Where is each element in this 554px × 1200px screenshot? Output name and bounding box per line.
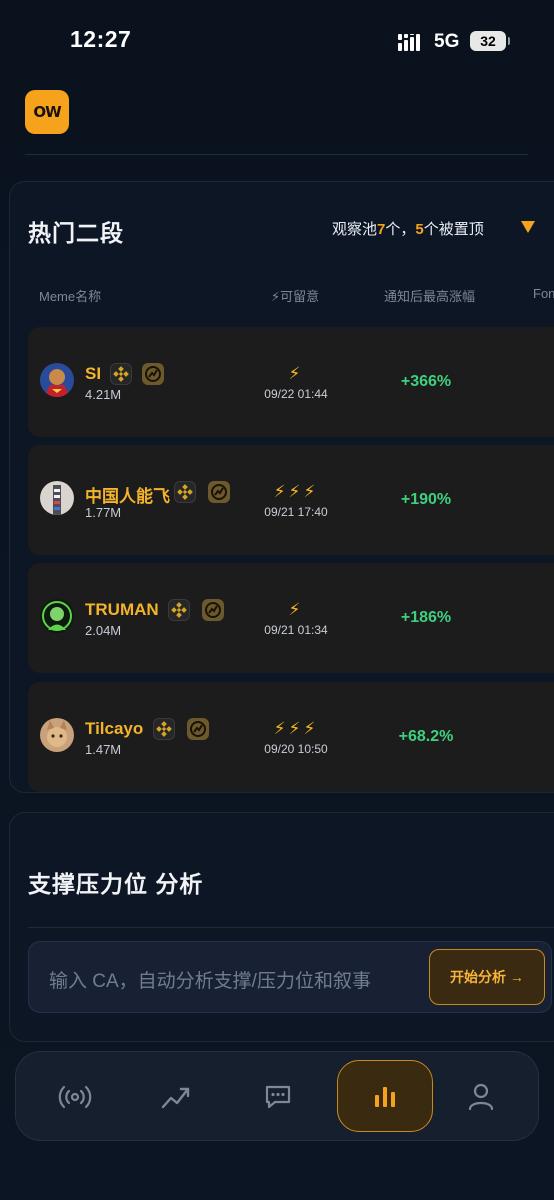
pool-prefix: 观察池 (332, 221, 378, 238)
chart-badge-icon (202, 599, 224, 621)
app-logo[interactable]: OW (25, 90, 69, 134)
token-market-cap: 1.77M (85, 505, 122, 520)
notify-time: 09/21 17:40 (264, 505, 328, 519)
token-avatar (40, 599, 74, 633)
token-row[interactable]: TRUMAN 2.04M ⚡ 09/21 01:34 +186% (28, 563, 554, 673)
watch-pool-info[interactable]: 观察池7个，5个被置顶 (332, 218, 484, 239)
ca-input[interactable]: 输入 CA，自动分析支撑/压力位和叙事 开始分析 → (28, 941, 552, 1013)
bnb-chain-icon (110, 363, 132, 385)
nav-trend[interactable] (151, 1072, 201, 1122)
alert-level: ⚡⚡⚡ (273, 482, 319, 501)
token-market-cap: 4.21M (85, 387, 122, 402)
token-row[interactable]: SI 4.21M ⚡ 09/22 01:44 +366% (28, 327, 554, 437)
token-avatar (40, 481, 74, 515)
token-market-cap: 2.04M (85, 623, 122, 638)
notify-time: 09/22 01:44 (264, 387, 328, 401)
battery-indicator: 32 (470, 31, 510, 51)
alert-level: ⚡⚡⚡ (273, 719, 319, 738)
alert-level: ⚡ (288, 600, 304, 619)
chat-icon (265, 1085, 291, 1109)
chart-badge-icon (187, 718, 209, 740)
token-name: 中国人能飞 (85, 487, 170, 506)
nav-analysis[interactable] (337, 1060, 433, 1132)
column-header-alert: ⚡可留意 (271, 289, 320, 304)
user-icon (468, 1083, 494, 1111)
bnb-chain-icon (168, 599, 190, 621)
column-header-max-gain: 通知后最高涨幅 (384, 289, 476, 304)
logo-text: OW (33, 103, 61, 121)
section-title: 热门二段 (28, 220, 124, 246)
start-analysis-button[interactable]: 开始分析 → (429, 949, 545, 1005)
bar-chart-icon (375, 1087, 395, 1107)
nav-broadcast[interactable] (50, 1072, 100, 1122)
max-gain: +68.2% (398, 728, 454, 745)
nav-chat[interactable] (253, 1072, 303, 1122)
app-screen: 12:27 5G 32 OW 热门二段 观察池7个，5个被置顶 Meme名称 ⚡… (0, 0, 554, 1200)
token-avatar (40, 363, 74, 397)
token-market-cap: 1.47M (85, 742, 122, 757)
pool-suffix: 个被置顶 (423, 221, 484, 238)
token-name: SI (85, 364, 102, 383)
pool-topped-count: 5 (415, 221, 424, 238)
network-label: 5G (434, 31, 460, 52)
token-avatar (40, 718, 74, 752)
max-gain: +190% (400, 491, 452, 508)
signal-icon (398, 34, 420, 51)
max-gain: +186% (400, 609, 452, 626)
bnb-chain-icon (153, 718, 175, 740)
ca-input-placeholder: 输入 CA，自动分析支撑/压力位和叙事 (49, 971, 371, 992)
alert-level: ⚡ (288, 364, 304, 383)
max-gain: +366% (400, 373, 452, 390)
token-name: TRUMAN (85, 600, 159, 619)
broadcast-icon (58, 1085, 92, 1109)
pool-mid: 个， (385, 221, 416, 238)
notify-time: 09/21 01:34 (264, 623, 328, 637)
status-time: 12:27 (70, 26, 132, 52)
notify-time: 09/20 10:50 (264, 742, 328, 756)
section-divider (28, 927, 554, 928)
chart-badge-icon (142, 363, 164, 385)
bottom-nav (15, 1051, 539, 1141)
chart-badge-icon (208, 481, 230, 503)
support-resistance-card: 支撑压力位 分析 输入 CA，自动分析支撑/压力位和叙事 开始分析 → (9, 812, 554, 1042)
trend-icon (161, 1087, 190, 1109)
header-divider (25, 154, 528, 155)
token-row[interactable]: Tilcayo 1.47M ⚡⚡⚡ 09/20 10:50 +68.2% (28, 682, 554, 792)
section-title: 支撑压力位 分析 (28, 871, 204, 897)
column-header-name: Meme名称 (39, 289, 102, 304)
token-row[interactable]: 中国人能飞 1.77M ⚡⚡⚡ 09/21 17:40 +190% (28, 445, 554, 555)
dropdown-triangle-icon[interactable] (520, 220, 536, 234)
hot-second-wave-card: 热门二段 观察池7个，5个被置顶 Meme名称 ⚡可留意 通知后最高涨幅 Fon… (9, 181, 554, 793)
bnb-chain-icon (174, 481, 196, 503)
nav-profile[interactable] (456, 1072, 506, 1122)
status-bar: 12:27 5G 32 (0, 0, 554, 80)
token-name: Tilcayo (85, 719, 144, 738)
column-header-extra: Fon (533, 286, 554, 301)
